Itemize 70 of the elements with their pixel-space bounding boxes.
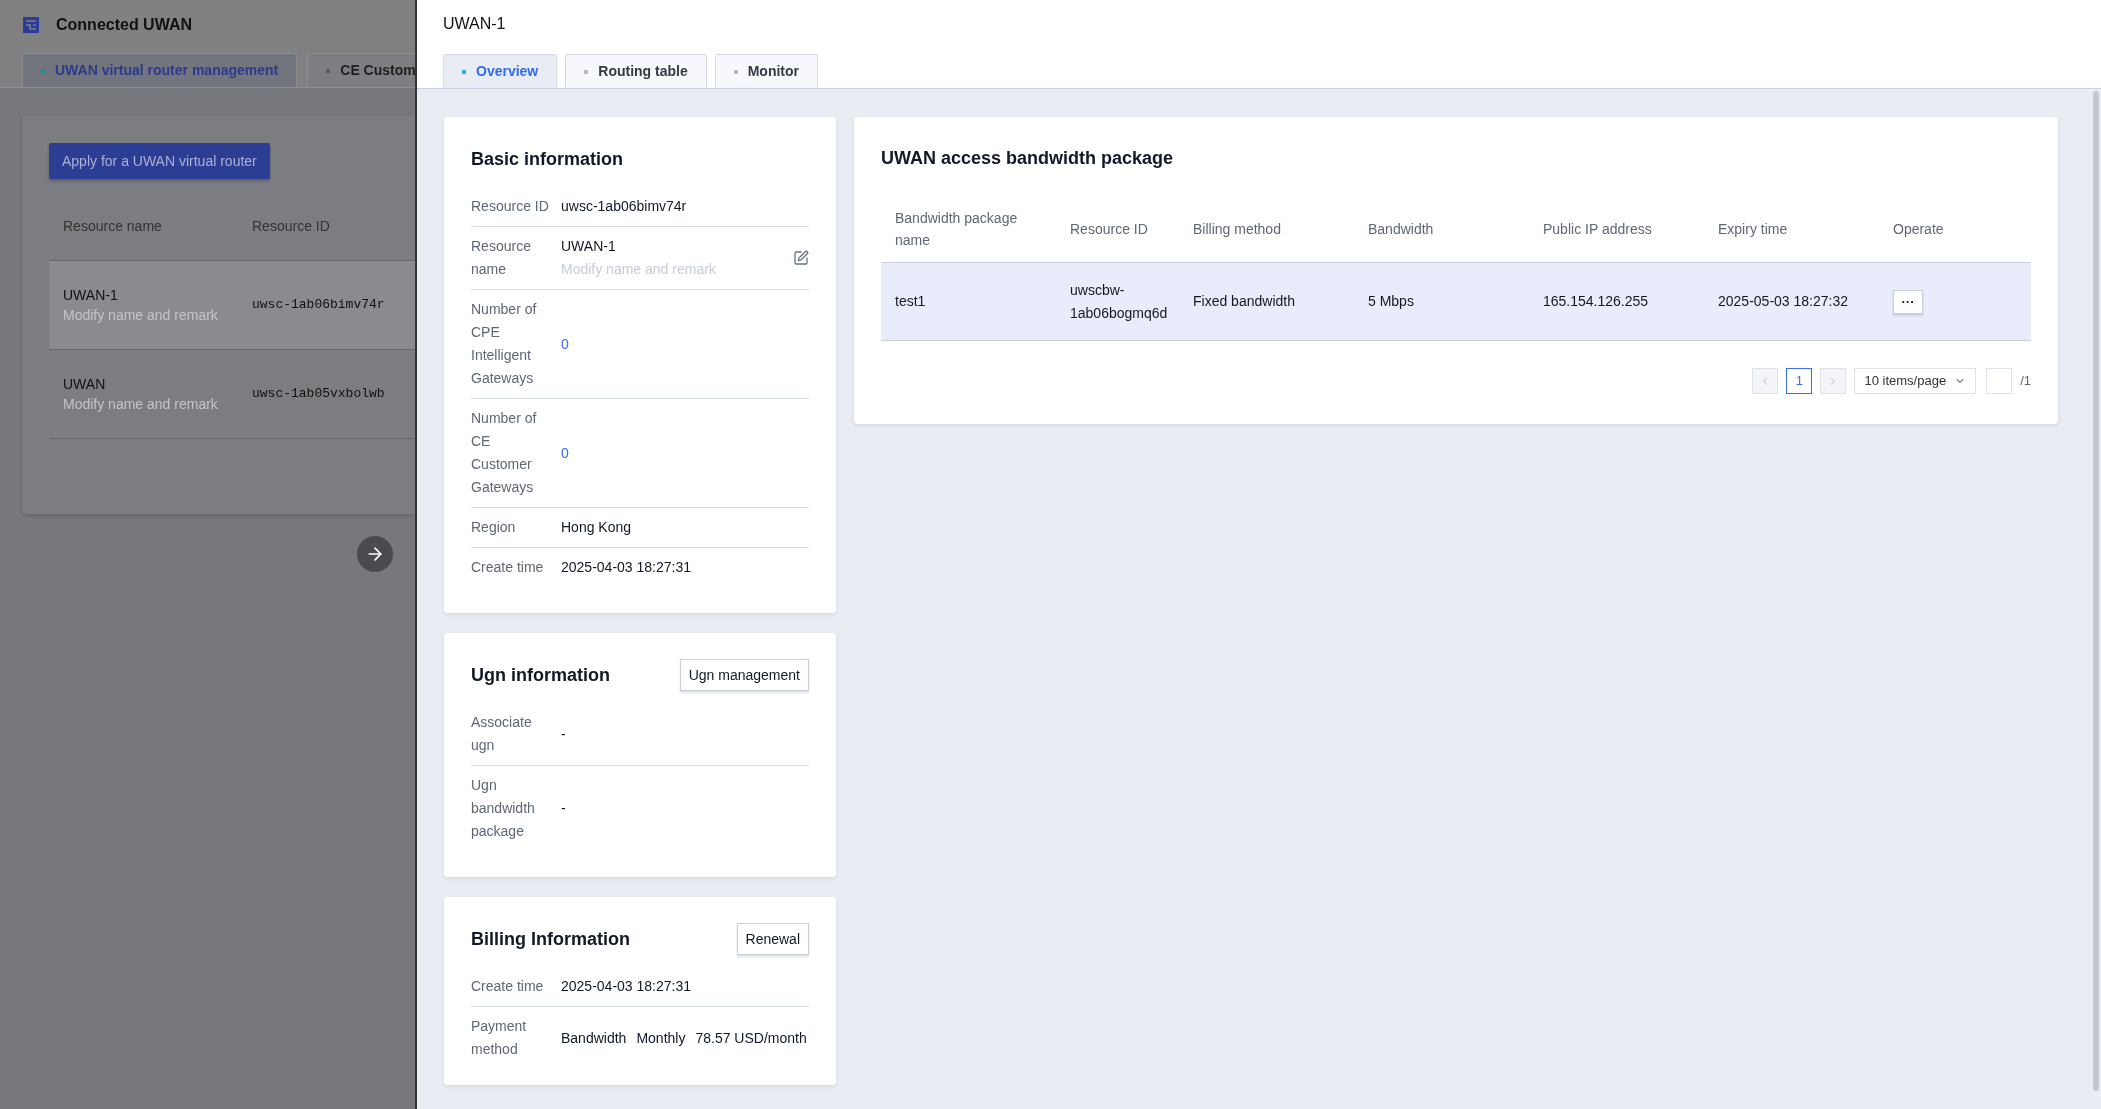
remark-text: Modify name and remark [63,395,219,414]
card-title: UWAN access bandwidth package [881,147,1175,170]
column-header: Expiry time [1718,221,1788,237]
column-header: Billing method [1193,221,1281,237]
info-value: 2025-04-03 18:27:31 [561,977,691,996]
info-value: Bandwidth [561,1028,627,1048]
count-link[interactable]: 0 [561,441,569,465]
card-title: Basic information [471,147,624,171]
info-value: UWAN-1 [561,237,617,256]
count-link[interactable]: 0 [561,332,569,356]
arrow-button[interactable] [357,536,393,572]
column-header: Resource ID [252,217,330,236]
table-row[interactable]: UWAN-1 Modify name and remark uwsc-1ab06bimv74r [49,261,415,350]
info-value: 2025-04-03 18:27:31 [561,558,691,577]
column-header: Public IP address [1543,221,1652,237]
page-size-dropdown[interactable]: 10 items/page [1854,368,1977,394]
column-header: Bandwidth package name [895,210,1018,248]
table-cell: test1 [895,293,926,309]
tab[interactable]: Overview [443,54,558,88]
info-label: Associate ugn [471,713,533,755]
tab[interactable]: Monitor [714,54,819,88]
card-button[interactable]: Renewal [736,923,809,955]
info-label: Create time [471,558,545,577]
info-label: Create time [471,977,545,996]
resource-name: UWAN [63,375,107,394]
remark-text: Modify name and remark [561,260,717,279]
tab[interactable]: Routing table [565,54,707,88]
table-cell: 5 Mbps [1368,293,1414,309]
info-label: Resource ID [471,197,550,216]
card-title: Billing Information [471,927,630,951]
more-button[interactable]: ··· [1893,289,1923,314]
page-button[interactable]: 1 [1786,368,1813,394]
info-value: - [561,799,566,818]
table-cell: 165.154.126.255 [1543,293,1649,309]
edit-icon[interactable] [793,250,809,266]
info-label: Resource name [471,237,532,279]
info-label: Ugn bandwidth package [471,776,536,841]
page-title: Connected UWAN [56,15,192,35]
info-label: Region [471,518,517,537]
column-header: Bandwidth [1368,221,1434,237]
network-icon [22,16,40,34]
card-title: Ugn information [471,663,610,687]
resource-id: uwsc-1ab05vxbolwb [252,385,385,404]
tab[interactable]: CE Custom [307,53,415,87]
info-value: Hong Kong [561,518,632,537]
info-label: Payment method [471,1017,528,1059]
total-pages: /1 [2020,372,2031,391]
prev-page-button[interactable] [1752,368,1779,394]
info-value: 78.57 USD/month [695,1028,807,1048]
resource-id: uwsc-1ab06bimv74r [252,296,385,315]
next-page-button[interactable] [1820,368,1847,394]
info-value: uwsc-1ab06bimv74r [561,197,687,216]
table-cell: 2025-05-03 18:27:32 [1718,293,1848,309]
apply-button[interactable]: Apply for a UWAN virtual router [49,143,270,179]
resource-name: UWAN-1 [63,286,119,305]
table-cell: uwscbw-1ab06bogmq6d [1070,281,1168,321]
column-header: Operate [1893,221,1944,237]
remark-text: Modify name and remark [63,306,219,325]
info-label: Number of CPE Intelligent Gateways [471,300,538,388]
info-value: - [561,724,566,744]
scrollbar[interactable] [2093,91,2099,1091]
card-button[interactable]: Ugn management [679,659,809,691]
table-row[interactable]: test1 uwscbw-1ab06bogmq6d Fixed bandwidth 5 Mbps 165.154.126.255 2025-05-03 18:27:32 ··· [881,263,2031,341]
page-input-field[interactable] [1986,368,2013,394]
column-header: Resource ID [1070,221,1148,237]
info-label: Number of CE Customer Gateways [471,409,538,497]
info-value: Monthly [636,1028,686,1048]
column-header: Resource name [62,217,163,236]
drawer-title: UWAN-1 [442,14,507,34]
table-cell: Fixed bandwidth [1193,293,1295,309]
